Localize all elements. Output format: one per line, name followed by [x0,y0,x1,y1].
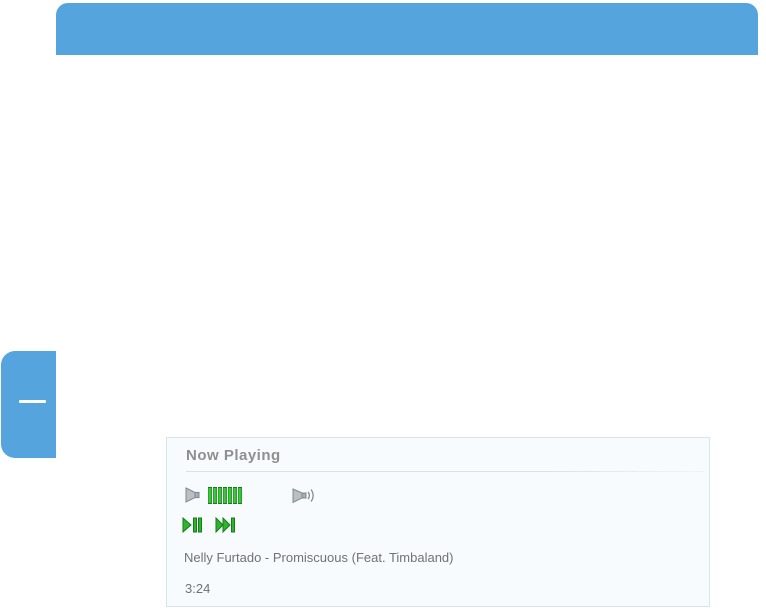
volume-bar [218,486,222,504]
volume-bar [213,486,217,504]
volume-bar [233,486,237,504]
volume-mute-icon[interactable] [184,486,204,504]
track-title: Nelly Furtado - Promiscuous (Feat. Timba… [184,550,454,565]
volume-controls [184,485,315,505]
next-track-button[interactable] [215,517,236,533]
volume-bar [238,486,242,504]
volume-bar [208,486,212,504]
volume-bar [228,486,232,504]
sidebar-collapse-tab[interactable] [1,351,56,458]
panel-title: Now Playing [186,447,281,464]
play-pause-button[interactable] [182,517,202,533]
volume-level-bars[interactable] [208,486,243,504]
playback-controls [182,517,236,533]
volume-max-icon[interactable] [291,486,315,505]
top-banner [56,3,758,55]
header-divider [186,471,704,472]
volume-bar [223,486,227,504]
now-playing-panel: Now Playing Nelly Furtado - Promiscuous … [166,437,710,607]
track-elapsed-time: 3:24 [185,581,211,596]
minimize-dash-icon [19,400,46,403]
